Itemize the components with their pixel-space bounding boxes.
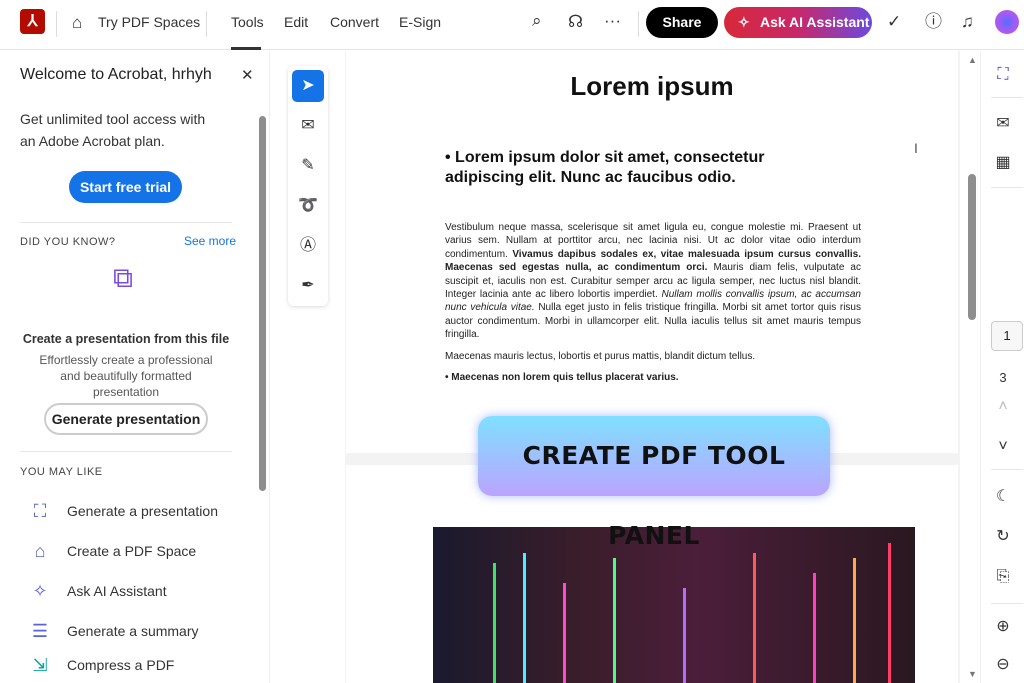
right-rail: ⛶ ✉ ▦ 1 3 ˄ ˅ ☾ ↻ ⎘ ⊕ ⊖: [980, 51, 1024, 683]
panel-scrollbar[interactable]: [259, 116, 266, 491]
page-fit-icon[interactable]: ⎘: [981, 567, 1024, 587]
see-more-link[interactable]: See more: [184, 234, 236, 248]
divider: [991, 187, 1023, 188]
tab-convert[interactable]: Convert: [330, 14, 379, 31]
next-page-icon[interactable]: ˅: [981, 437, 1024, 457]
select-tool-icon[interactable]: ➤: [292, 70, 324, 102]
pdf-page-1: Lorem ipsum • Lorem ipsum dolor sit amet…: [346, 51, 958, 453]
welcome-panel: Welcome to Acrobat, hrhyh ✕ Get unlimite…: [0, 51, 270, 683]
document-scrollbar[interactable]: ▲ ▼: [967, 51, 979, 683]
ask-ai-assistant-button[interactable]: ✧ Ask AI Assistant: [724, 7, 872, 38]
list-item-generate-summary[interactable]: ☰ Generate a summary: [20, 617, 240, 645]
start-free-trial-button[interactable]: Start free trial: [69, 171, 182, 203]
active-tab-indicator: [231, 47, 261, 50]
dark-mode-icon[interactable]: ☾: [981, 487, 1024, 507]
share-button[interactable]: Share: [646, 7, 718, 38]
divider: [20, 451, 232, 452]
list-item-compress-pdf[interactable]: ⇲ Compress a PDF: [20, 651, 240, 679]
divider: [638, 11, 639, 37]
list-item-label: Generate a summary: [67, 623, 199, 639]
acrobat-logo-icon[interactable]: ⅄: [20, 9, 45, 34]
create-pdf-tool-panel-banner: CREATE PDF TOOL PANEL: [478, 416, 830, 550]
quick-tools-bar: ➤ ✉ ✎ ➰ Ⓐ ✒: [288, 66, 328, 306]
tab-esign[interactable]: E-Sign: [399, 14, 441, 31]
current-page-field[interactable]: 1: [991, 321, 1023, 351]
document-title: Lorem ipsum: [570, 71, 734, 101]
ai-chat-icon: ✧: [738, 14, 750, 30]
divider: [20, 222, 232, 223]
scroll-up-icon[interactable]: ▲: [968, 55, 977, 65]
previous-page-icon[interactable]: ˄: [981, 397, 1024, 417]
did-you-know-heading: DID YOU KNOW?: [20, 236, 116, 248]
you-may-like-heading: YOU MAY LIKE: [20, 466, 103, 478]
document-body: Vestibulum neque massa, scelerisque sit …: [445, 222, 861, 384]
thumbnails-icon[interactable]: ▦: [981, 153, 1024, 173]
avatar[interactable]: [995, 10, 1019, 34]
check-circle-icon[interactable]: ✓: [887, 12, 901, 32]
divider: [991, 97, 1023, 98]
ai-chat-icon: ✧: [32, 581, 48, 601]
card-title: Create a presentation from this file: [22, 332, 230, 346]
draw-icon[interactable]: ➰: [292, 190, 324, 222]
comment-icon[interactable]: ✉: [292, 110, 324, 142]
divider: [56, 11, 57, 37]
list-item-ask-ai[interactable]: ✧ Ask AI Assistant: [20, 577, 240, 605]
headphones-icon[interactable]: ☊: [568, 12, 583, 32]
ai-summary-icon[interactable]: ⛶: [981, 65, 1024, 85]
divider: [206, 11, 207, 37]
scroll-down-icon[interactable]: ▼: [968, 669, 977, 679]
pdf-spaces-icon: ⌂: [72, 13, 83, 32]
search-icon[interactable]: ⌕: [532, 11, 542, 31]
paragraph: Maecenas mauris lectus, lobortis et puru…: [445, 350, 756, 362]
presentation-icon: ⛶: [33, 501, 47, 521]
help-icon[interactable]: ⓘ: [925, 12, 942, 32]
top-bar: ⅄ ⌂ Try PDF Spaces Tools Edit Convert E-…: [0, 0, 1024, 50]
compress-icon: ⇲: [32, 655, 48, 675]
total-pages: 3: [999, 370, 1007, 385]
pdf-space-icon: ⌂: [34, 541, 46, 561]
text-cursor-icon: I: [914, 140, 918, 156]
divider: [991, 469, 1023, 470]
sign-icon[interactable]: ✒: [292, 270, 324, 302]
tab-tools[interactable]: Tools: [231, 14, 264, 31]
bell-icon[interactable]: ♫: [961, 12, 974, 32]
list-item-label: Create a PDF Space: [67, 543, 197, 559]
list-item-label: Generate a presentation: [67, 503, 218, 519]
list-item-label: Ask AI Assistant: [67, 583, 167, 599]
text-box-icon[interactable]: Ⓐ: [292, 230, 324, 262]
summary-icon: ☰: [31, 621, 49, 641]
panel-subtitle: Get unlimited tool access with an Adobe …: [20, 111, 206, 149]
document-bullet: • Lorem ipsum dolor sit amet, consectetu…: [445, 149, 765, 186]
document-scroll-thumb[interactable]: [968, 174, 976, 320]
zoom-out-icon[interactable]: ⊖: [981, 655, 1024, 675]
close-icon[interactable]: ✕: [241, 66, 254, 86]
divider: [991, 603, 1023, 604]
more-icon[interactable]: ···: [604, 11, 621, 31]
highlight-icon[interactable]: ✎: [292, 150, 324, 182]
ask-ai-label: Ask AI Assistant: [760, 14, 870, 30]
try-pdf-spaces-button[interactable]: Try PDF Spaces: [98, 14, 200, 31]
panel-title: Welcome to Acrobat, hrhyh: [20, 66, 212, 83]
zoom-in-icon[interactable]: ⊕: [981, 617, 1024, 637]
rotate-icon[interactable]: ↻: [981, 527, 1024, 547]
list-item-create-pdf-space[interactable]: ⌂ Create a PDF Space: [20, 537, 240, 565]
comments-icon[interactable]: ✉: [981, 114, 1024, 134]
list-item-generate-presentation[interactable]: ⛶ Generate a presentation: [20, 497, 240, 525]
tab-edit[interactable]: Edit: [284, 14, 308, 31]
generate-presentation-button[interactable]: Generate presentation: [44, 403, 208, 435]
presentation-illustration-icon: ⧉: [113, 262, 133, 293]
document-canvas[interactable]: Lorem ipsum • Lorem ipsum dolor sit amet…: [345, 51, 960, 683]
card-description: Effortlessly create a professional and b…: [39, 353, 213, 399]
list-item-label: Compress a PDF: [67, 657, 175, 673]
bullet-paragraph: • Maecenas non lorem quis tellus placera…: [445, 372, 679, 384]
